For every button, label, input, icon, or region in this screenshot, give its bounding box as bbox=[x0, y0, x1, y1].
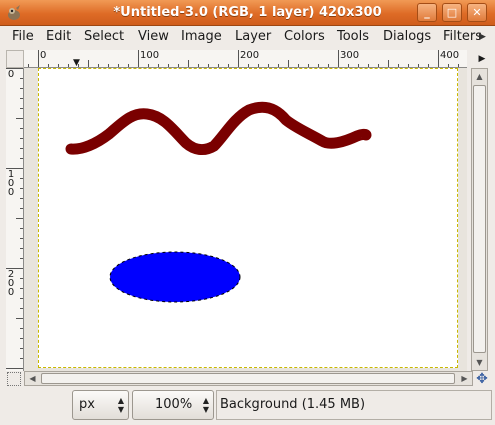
ruler-label-200: 200 bbox=[240, 50, 260, 61]
vertical-scrollbar[interactable]: ▲ ▼ bbox=[471, 68, 488, 371]
menu-bar: File Edit Select View Image Layer Colors… bbox=[0, 26, 495, 48]
scroll-down-icon[interactable]: ▼ bbox=[472, 355, 487, 370]
ruler-label-300: 300 bbox=[340, 50, 360, 61]
menu-tools[interactable]: Tools bbox=[337, 26, 369, 48]
image-menu-arrow-icon[interactable]: ▶ bbox=[474, 50, 490, 68]
maximize-button[interactable]: □ bbox=[442, 3, 462, 22]
triangle-down-icon: ▼ bbox=[73, 58, 80, 68]
canvas-area[interactable] bbox=[24, 68, 467, 371]
navigate-icon[interactable]: ✥ bbox=[474, 371, 490, 387]
menu-dialogs[interactable]: Dialogs bbox=[383, 26, 431, 48]
ruler-label-v100: 100 bbox=[7, 169, 15, 198]
close-button[interactable]: ✕ bbox=[467, 3, 487, 22]
menu-image[interactable]: Image bbox=[181, 26, 222, 48]
unit-value: px bbox=[79, 397, 95, 412]
scroll-right-icon[interactable]: ▶ bbox=[457, 371, 472, 386]
vertical-ruler-ticks bbox=[6, 68, 23, 369]
menu-select[interactable]: Select bbox=[84, 26, 124, 48]
menu-file[interactable]: File bbox=[12, 26, 34, 48]
horizontal-scrollbar[interactable]: ◀ ▶ bbox=[24, 371, 473, 386]
ruler-corner[interactable] bbox=[6, 50, 24, 68]
unit-selector[interactable]: px ▲ ▼ bbox=[72, 390, 129, 420]
minimize-button[interactable]: _ bbox=[417, 3, 437, 22]
menu-edit[interactable]: Edit bbox=[46, 26, 71, 48]
ruler-label-0: 0 bbox=[40, 50, 47, 61]
menu-layer[interactable]: Layer bbox=[235, 26, 271, 48]
menu-overflow-arrow-icon[interactable]: ▶ bbox=[475, 30, 490, 44]
title-bar[interactable]: *Untitled-3.0 (RGB, 1 layer) 420x300 _ □… bbox=[0, 0, 495, 26]
spin-arrows-icon: ▲ ▼ bbox=[117, 396, 124, 414]
layer-boundary bbox=[38, 68, 458, 368]
zoom-selector[interactable]: 100% ▲ ▼ bbox=[132, 390, 214, 420]
vertical-scroll-thumb[interactable] bbox=[473, 85, 486, 353]
scroll-left-icon[interactable]: ◀ bbox=[25, 371, 40, 386]
ruler-label-100: 100 bbox=[140, 50, 160, 61]
horizontal-ruler[interactable]: 0 100 200 300 400 ▼ bbox=[24, 50, 467, 68]
status-message: Background (1.45 MB) bbox=[216, 390, 492, 420]
scroll-up-icon[interactable]: ▲ bbox=[472, 69, 487, 84]
menu-view[interactable]: View bbox=[138, 26, 169, 48]
menu-colors[interactable]: Colors bbox=[284, 26, 325, 48]
spin-arrows-icon: ▲ ▼ bbox=[202, 396, 209, 414]
zoom-value: 100% bbox=[155, 397, 193, 412]
status-bar: px ▲ ▼ 100% ▲ ▼ Background (1.45 MB) bbox=[0, 388, 495, 425]
ruler-label-400: 400 bbox=[440, 50, 460, 61]
vertical-ruler[interactable]: 0 100 200 bbox=[6, 68, 24, 371]
quick-mask-toggle-icon[interactable] bbox=[7, 372, 21, 386]
ruler-label-v200: 200 bbox=[7, 269, 15, 298]
ruler-label-v0: 0 bbox=[7, 69, 15, 80]
horizontal-scroll-thumb[interactable] bbox=[41, 373, 455, 384]
